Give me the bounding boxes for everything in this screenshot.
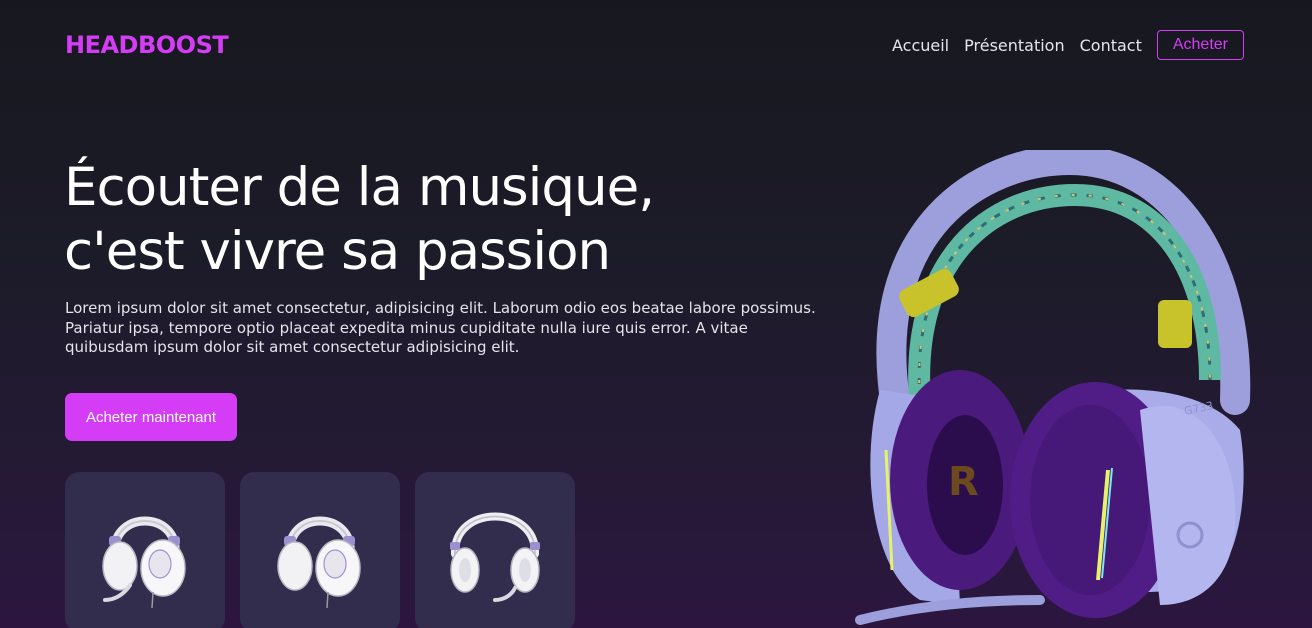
- nav-links: Accueil Présentation Contact Acheter: [892, 30, 1244, 60]
- hero-title-line-1: Écouter de la musique,: [64, 157, 655, 218]
- svg-text:R: R: [948, 459, 979, 505]
- hero-description: Lorem ipsum dolor sit amet consectetur, …: [65, 299, 816, 356]
- navbar: HEADBOOST Accueil Présentation Contact A…: [0, 0, 1312, 90]
- white-headset-front-icon: [102, 516, 186, 609]
- brand-logo[interactable]: HEADBOOST: [65, 31, 229, 59]
- buy-now-button[interactable]: Acheter maintenant: [65, 393, 237, 441]
- purple-headset-icon: R G733: [855, 144, 1251, 625]
- nav-link-accueil[interactable]: Accueil: [892, 36, 949, 55]
- product-thumbnail-1[interactable]: [65, 472, 225, 628]
- nav-link-presentation[interactable]: Présentation: [964, 36, 1064, 55]
- nav-link-contact[interactable]: Contact: [1080, 36, 1142, 55]
- hero-title: Écouter de la musique, c'est vivre sa pa…: [64, 156, 655, 284]
- nav-buy-button[interactable]: Acheter: [1156, 30, 1244, 60]
- white-headset-open-icon: [450, 512, 540, 602]
- product-thumbnail-2[interactable]: [240, 472, 400, 628]
- hero-title-line-2: c'est vivre sa passion: [64, 221, 611, 282]
- product-thumbnail-3[interactable]: [415, 472, 575, 628]
- product-thumbnails: [65, 472, 590, 628]
- hero-headset-image: R G733: [840, 144, 1260, 628]
- white-headset-front-icon: [277, 516, 361, 609]
